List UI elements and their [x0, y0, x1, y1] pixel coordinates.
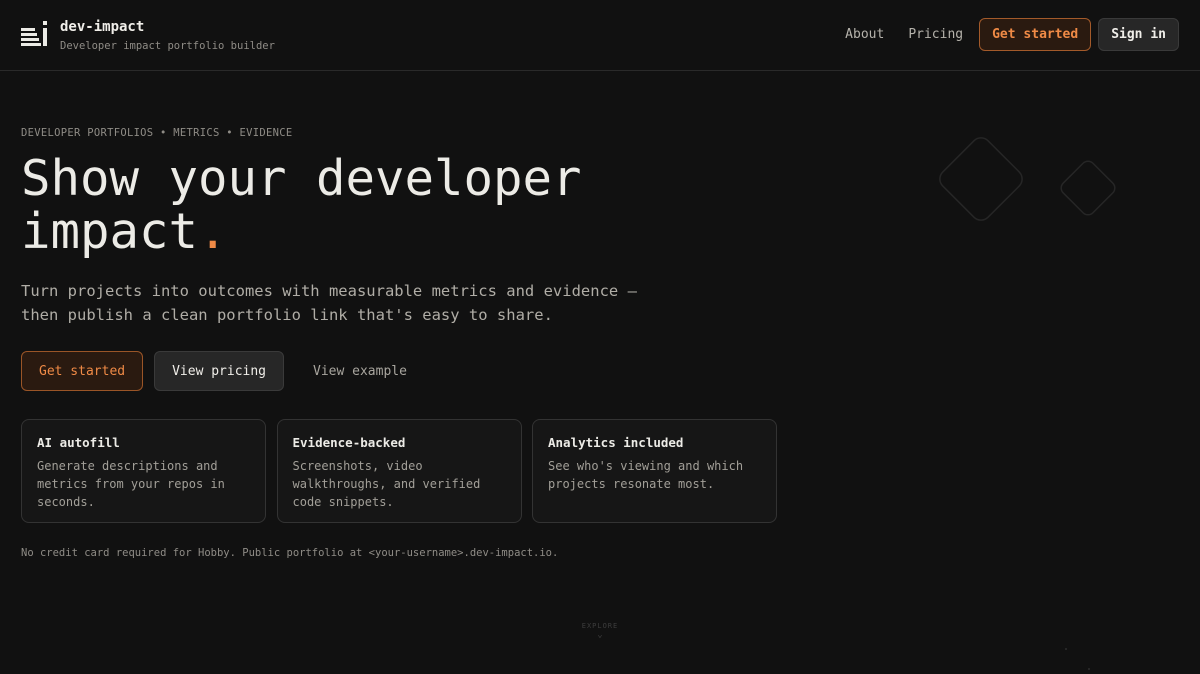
top-nav: dev-impact Developer impact portfolio bu… — [0, 0, 1200, 71]
decorative-speck — [1088, 668, 1090, 670]
nav-about-link[interactable]: About — [845, 27, 884, 42]
feature-card-description: See who's viewing and which projects res… — [548, 459, 744, 491]
chevron-down-icon: ⌄ — [597, 630, 603, 640]
explore-scroll-hint[interactable]: EXPLORE ⌄ — [560, 622, 640, 640]
feature-card-title: Analytics included — [548, 435, 684, 450]
decorative-speck — [1065, 648, 1067, 650]
brand-name: dev-impact — [60, 19, 145, 35]
hero-footnote: No credit card required for Hobby. Publi… — [21, 547, 559, 559]
feature-card-analytics: Analytics included See who's viewing and… — [532, 419, 777, 523]
hero-title-line2: impact — [21, 203, 199, 260]
hero-title-line1: Show your developer — [21, 150, 582, 207]
hero-title: Show your developer impact. — [21, 152, 721, 258]
hero-title-accent-dot: . — [198, 203, 228, 260]
hero-subtitle-line2: then publish a clean portfolio link that… — [21, 305, 553, 324]
get-started-button[interactable]: Get started — [21, 351, 144, 391]
explore-label: EXPLORE — [581, 622, 619, 630]
cta-row: Get started View pricing View example — [21, 351, 407, 391]
feature-card-description: Screenshots, video walkthroughs, and ver… — [292, 459, 481, 509]
feature-cards: AI autofill Generate descriptions and me… — [21, 419, 788, 523]
nav-links: About Pricing Get started Sign in — [845, 18, 1179, 51]
nav-sign-in-button[interactable]: Sign in — [1098, 18, 1179, 51]
hero-subtitle: Turn projects into outcomes with measura… — [21, 280, 681, 327]
nav-pricing-link[interactable]: Pricing — [908, 27, 963, 42]
logo-icon — [21, 21, 47, 46]
hero-eyebrow: DEVELOPER PORTFOLIOS • METRICS • EVIDENC… — [21, 127, 293, 139]
view-pricing-button[interactable]: View pricing — [154, 351, 285, 391]
landing-page: dev-impact Developer impact portfolio bu… — [0, 0, 1200, 674]
feature-card-description: Generate descriptions and metrics from y… — [37, 459, 225, 509]
hero-subtitle-line1: Turn projects into outcomes with measura… — [21, 282, 637, 300]
nav-get-started-button[interactable]: Get started — [979, 18, 1092, 51]
brand-tagline: Developer impact portfolio builder — [60, 40, 275, 52]
decorative-diamonds — [939, 137, 1116, 221]
brand-text: dev-impact Developer impact portfolio bu… — [60, 17, 275, 54]
feature-card-ai-autofill: AI autofill Generate descriptions and me… — [21, 419, 266, 523]
feature-card-title: AI autofill — [37, 435, 120, 450]
view-example-link[interactable]: View example — [313, 364, 407, 379]
brand[interactable]: dev-impact Developer impact portfolio bu… — [21, 17, 275, 54]
feature-card-title: Evidence-backed — [292, 435, 406, 450]
feature-card-evidence-backed: Evidence-backed Screenshots, video walkt… — [276, 419, 522, 523]
